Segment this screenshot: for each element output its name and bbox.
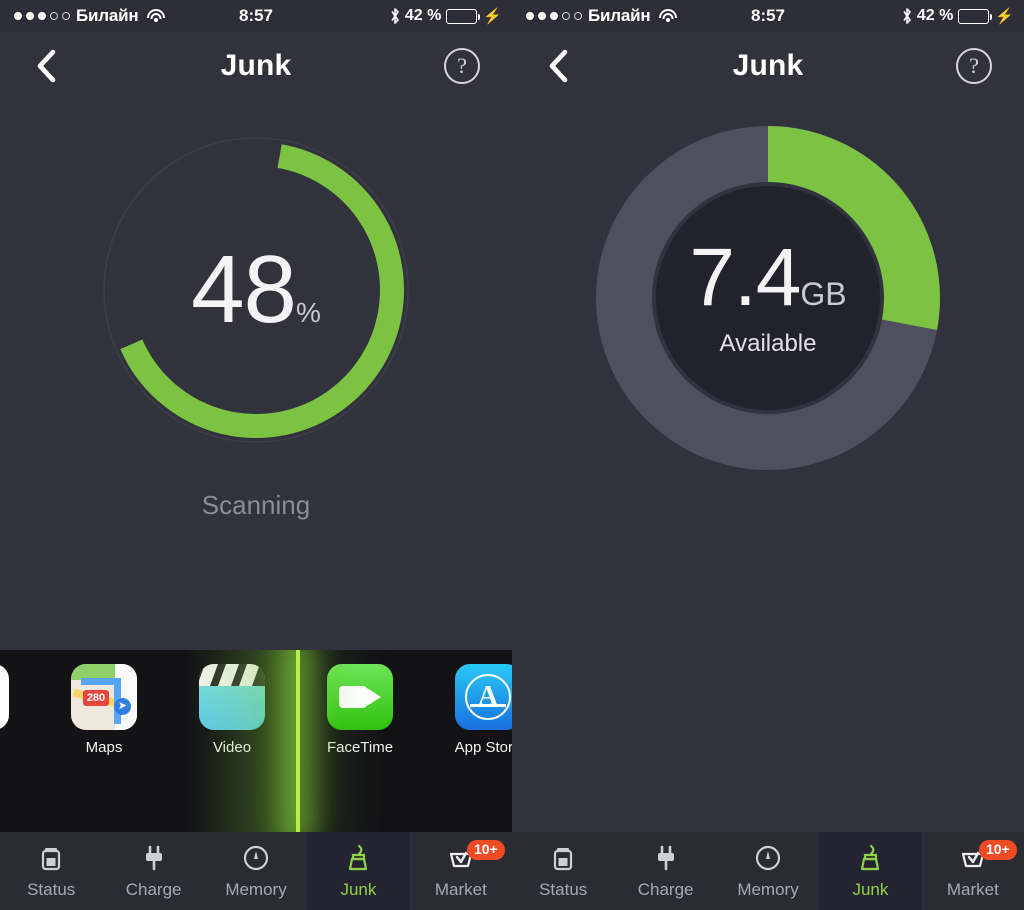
bluetooth-icon — [902, 7, 912, 25]
scanned-apps-strip: day 2 dar 280 ➤ Maps — [0, 650, 512, 832]
status-bar-right: Билайн 8:57 42 % ⚡ — [512, 0, 1024, 32]
app-label: FaceTime — [326, 739, 394, 756]
battery-icon — [958, 8, 993, 24]
storage-readout: 7.4GB Available — [618, 237, 918, 358]
storage-donut-area: 7.4GB Available — [512, 100, 1024, 520]
tab-label: Memory — [225, 879, 287, 899]
tab-memory[interactable]: Memory — [717, 832, 819, 910]
tab-label: Memory — [737, 879, 799, 899]
tab-label: Junk — [852, 879, 889, 899]
status-bar-clock: 8:57 — [750, 6, 786, 25]
market-badge: 10+ — [978, 840, 1017, 860]
tab-label: Status — [27, 879, 76, 899]
storage-sublabel: Available — [719, 330, 817, 357]
back-button[interactable] — [540, 46, 576, 86]
tab-label: Junk — [340, 879, 377, 899]
storage-value: 7.4 — [689, 232, 801, 323]
nav-bar-left: Junk ? — [0, 32, 512, 100]
app-label: Maps — [85, 739, 123, 756]
app-item-facetime[interactable]: FaceTime — [296, 664, 424, 756]
left-phone-panel: Билайн 8:57 42 % ⚡ Junk ? 48% Scanning 2… — [0, 0, 512, 910]
plug-icon — [139, 843, 169, 873]
status-bar-clock: 8:57 — [238, 6, 274, 25]
tab-status[interactable]: Status — [0, 832, 102, 910]
plug-icon — [651, 843, 681, 873]
tab-bar-left: Status Charge Memory Junk 10+ Market — [0, 832, 512, 910]
scan-progress-area: 48% Scanning — [0, 100, 512, 640]
app-item-maps[interactable]: 280 ➤ Maps — [40, 664, 168, 756]
battery-icon — [548, 843, 578, 873]
tab-junk[interactable]: Junk — [819, 832, 922, 910]
back-button[interactable] — [28, 46, 64, 86]
storage-donut-chart: 7.4GB Available — [588, 118, 948, 478]
nav-bar-right: Junk ? — [512, 32, 1024, 100]
question-mark-icon[interactable]: ? — [444, 48, 480, 84]
question-mark-icon[interactable]: ? — [956, 48, 992, 84]
maps-location-pin: ➤ — [114, 698, 131, 715]
maps-route-shield: 280 — [83, 690, 109, 706]
tab-label: Market — [946, 879, 999, 899]
maps-icon: 280 ➤ — [71, 664, 137, 730]
tab-market[interactable]: 10+ Market — [922, 832, 1024, 910]
tab-label: Charge — [637, 879, 694, 899]
tab-status[interactable]: Status — [512, 832, 614, 910]
gauge-icon — [241, 843, 271, 873]
tab-memory[interactable]: Memory — [205, 832, 307, 910]
tab-bar-right: Status Charge Memory Junk 10+ Market — [512, 832, 1024, 910]
scan-status-text: Scanning — [201, 490, 311, 520]
calendar-weekday: day — [0, 664, 9, 680]
right-phone-panel: Билайн 8:57 42 % ⚡ Junk ? 7.4GB Availabl… — [512, 0, 1024, 910]
dual-phone-screenshot: Билайн 8:57 42 % ⚡ Junk ? 48% Scanning 2… — [0, 0, 1024, 910]
scan-percent-unit: % — [295, 297, 321, 328]
page-title: Junk — [220, 49, 292, 82]
tab-label: Charge — [125, 879, 182, 899]
page-title: Junk — [732, 49, 804, 82]
app-store-icon: A — [455, 664, 512, 730]
app-label: App Store — [454, 739, 512, 756]
scan-percent-readout: 48% — [106, 242, 406, 338]
broom-icon — [343, 843, 373, 873]
calendar-icon: day 2 — [0, 664, 9, 730]
bluetooth-icon — [390, 7, 400, 25]
market-badge: 10+ — [466, 840, 505, 860]
status-bar-left: Билайн 8:57 42 % ⚡ — [0, 0, 512, 32]
broom-icon — [855, 843, 885, 873]
app-item-app-store[interactable]: A App Store — [424, 664, 512, 756]
scan-beam-glow — [186, 650, 298, 832]
tab-label: Market — [434, 879, 487, 899]
app-item-calendar[interactable]: day 2 dar — [0, 664, 40, 756]
storage-value-line: 7.4GB — [618, 237, 918, 319]
scan-beam-line — [296, 650, 300, 832]
facetime-camera-icon — [327, 664, 393, 730]
tab-charge[interactable]: Charge — [102, 832, 204, 910]
gauge-icon — [753, 843, 783, 873]
tab-charge[interactable]: Charge — [614, 832, 716, 910]
calendar-day-number: 2 — [0, 680, 9, 714]
scan-percent-value: 48 — [191, 236, 297, 343]
tab-junk[interactable]: Junk — [307, 832, 410, 910]
tab-label: Status — [539, 879, 588, 899]
tab-market[interactable]: 10+ Market — [410, 832, 512, 910]
scan-progress-ring: 48% — [96, 130, 416, 450]
battery-icon — [446, 8, 481, 24]
storage-unit: GB — [800, 276, 847, 312]
battery-icon — [36, 843, 66, 873]
